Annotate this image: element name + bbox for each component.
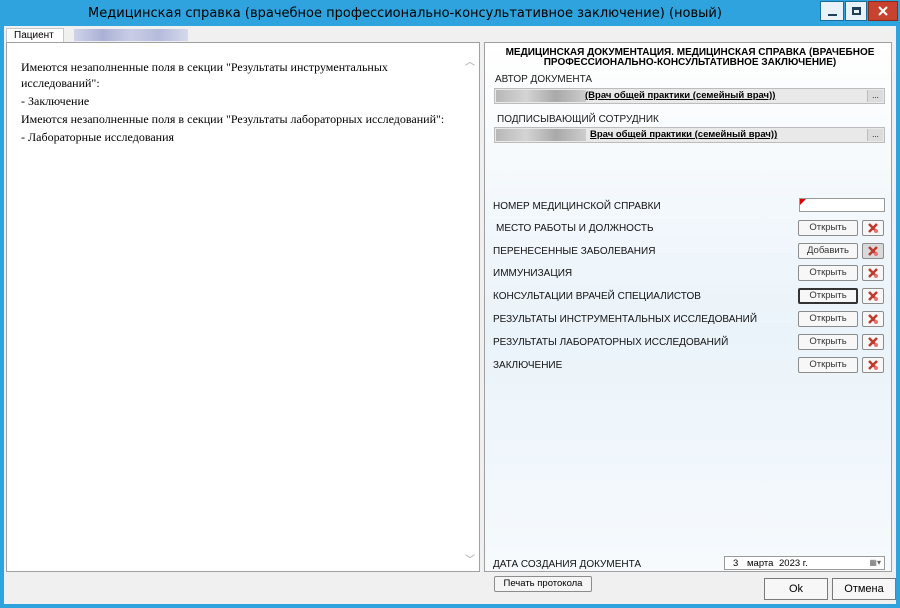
open-consultations-button[interactable]: Открыть	[798, 288, 858, 304]
creation-date-picker[interactable]: 3 марта 2023 г. ▦▾	[724, 556, 885, 570]
section-label-laboratory: РЕЗУЛЬТАТЫ ЛАБОРАТОРНЫХ ИССЛЕДОВАНИЙ	[493, 337, 729, 348]
section-label-conclusion: ЗАКЛЮЧЕНИЕ	[493, 360, 563, 371]
open-laboratory-button[interactable]: Открыть	[798, 334, 858, 350]
delete-diseases-button[interactable]	[862, 243, 884, 259]
message-line: Имеются незаполненные поля в секции "Рез…	[21, 60, 388, 90]
document-form-panel: МЕДИЦИНСКАЯ ДОКУМЕНТАЦИЯ. МЕДИЦИНСКАЯ СП…	[484, 42, 892, 592]
maximize-icon	[851, 7, 861, 15]
signer-position: Врач общей практики (семейный врач))	[590, 129, 778, 140]
signer-field[interactable]: Врач общей практики (семейный врач)) ...	[494, 127, 885, 143]
document-title: МЕДИЦИНСКАЯ ДОКУМЕНТАЦИЯ. МЕДИЦИНСКАЯ СП…	[505, 47, 875, 68]
delete-icon	[868, 291, 878, 301]
delete-icon	[868, 223, 878, 233]
author-select-button[interactable]: ...	[867, 90, 883, 102]
close-icon	[878, 6, 888, 16]
window: Медицинская справка (врачебное профессио…	[0, 0, 900, 608]
delete-icon	[868, 246, 878, 256]
minimize-icon	[827, 14, 837, 16]
signer-select-button[interactable]: ...	[867, 129, 883, 141]
signer-name-redacted	[496, 129, 586, 141]
creation-date-label: ДАТА СОЗДАНИЯ ДОКУМЕНТА	[493, 559, 642, 570]
date-month[interactable]: марта	[747, 558, 773, 569]
open-immunization-button[interactable]: Открыть	[798, 265, 858, 281]
vertical-scrollbar[interactable]: ︿ ﹀	[462, 43, 479, 571]
section-label-immunization: ИММУНИЗАЦИЯ	[493, 268, 573, 279]
section-label-consultations: КОНСУЛЬТАЦИИ ВРАЧЕЙ СПЕЦИАЛИСТОВ	[493, 291, 701, 302]
cancel-button[interactable]: Отмена	[832, 578, 896, 600]
message-line: - Заключение	[21, 94, 90, 108]
message-line: Имеются незаполненные поля в секции "Рез…	[21, 112, 445, 126]
dialog-body: Пациент Имеются незаполненные поля в сек…	[4, 26, 896, 604]
section-label-diseases: ПЕРЕНЕСЕННЫЕ ЗАБОЛЕВАНИЯ	[493, 246, 656, 257]
maximize-button[interactable]	[845, 1, 867, 21]
scroll-up-icon[interactable]: ︿	[465, 53, 475, 68]
author-label: АВТОР ДОКУМЕНТА	[495, 74, 593, 85]
delete-icon	[868, 268, 878, 278]
close-button[interactable]	[868, 1, 898, 21]
date-year[interactable]: 2023 г.	[779, 558, 808, 569]
delete-laboratory-button[interactable]	[862, 334, 884, 350]
certificate-number-input[interactable]	[799, 198, 885, 212]
delete-workplace-button[interactable]	[862, 220, 884, 236]
author-name-redacted	[496, 90, 586, 102]
date-day[interactable]: 3	[733, 558, 738, 569]
delete-immunization-button[interactable]	[862, 265, 884, 281]
open-workplace-button[interactable]: Открыть	[798, 220, 858, 236]
title-bar[interactable]: Медицинская справка (врачебное профессио…	[0, 0, 900, 26]
delete-consultations-button[interactable]	[862, 288, 884, 304]
minimize-button[interactable]	[820, 1, 844, 21]
validation-messages-panel: Имеются незаполненные поля в секции "Рез…	[6, 42, 480, 572]
delete-instrumental-button[interactable]	[862, 311, 884, 327]
message-line: - Лабораторные исследования	[21, 130, 175, 144]
author-position: (Врач общей практики (семейный врач))	[585, 90, 776, 101]
tab-patient[interactable]: Пациент	[6, 28, 64, 42]
patient-name-redacted	[74, 29, 188, 41]
print-protocol-button[interactable]: Печать протокола	[494, 576, 592, 592]
open-instrumental-button[interactable]: Открыть	[798, 311, 858, 327]
section-label-instrumental: РЕЗУЛЬТАТЫ ИНСТРУМЕНТАЛЬНЫХ ИССЛЕДОВАНИЙ	[493, 314, 758, 325]
delete-icon	[868, 337, 878, 347]
calendar-dropdown-icon[interactable]: ▦▾	[869, 558, 881, 567]
delete-icon	[868, 360, 878, 370]
delete-icon	[868, 314, 878, 324]
certificate-number-label: НОМЕР МЕДИЦИНСКОЙ СПРАВКИ	[493, 201, 661, 212]
validation-messages: Имеются незаполненные поля в секции "Рез…	[21, 59, 451, 147]
add-diseases-button[interactable]: Добавить	[798, 243, 858, 259]
delete-conclusion-button[interactable]	[862, 357, 884, 373]
open-conclusion-button[interactable]: Открыть	[798, 357, 858, 373]
signer-label: ПОДПИСЫВАЮЩИЙ СОТРУДНИК	[497, 114, 659, 125]
section-label-workplace: МЕСТО РАБОТЫ И ДОЛЖНОСТЬ	[496, 223, 654, 234]
ok-button[interactable]: Ok	[764, 578, 828, 600]
window-title: Медицинская справка (врачебное профессио…	[88, 6, 722, 21]
scroll-down-icon[interactable]: ﹀	[465, 551, 475, 566]
author-field[interactable]: (Врач общей практики (семейный врач)) ..…	[494, 88, 885, 104]
required-marker-icon	[800, 199, 806, 205]
